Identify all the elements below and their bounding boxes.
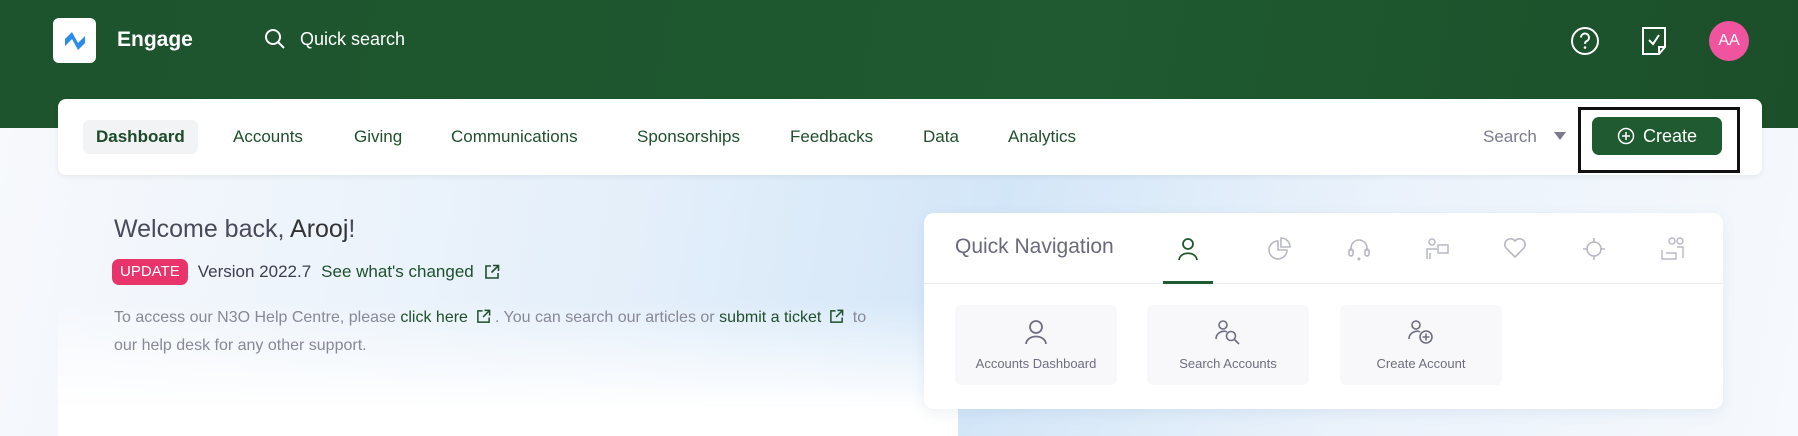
task-note-icon bbox=[1642, 27, 1666, 55]
pie-chart-icon bbox=[1268, 237, 1291, 260]
caret-down-icon[interactable] bbox=[1554, 132, 1566, 140]
tab-giving[interactable] bbox=[1490, 237, 1540, 265]
help-text: To access our N3O Help Centre, please cl… bbox=[114, 304, 874, 360]
nav-giving[interactable]: Giving bbox=[354, 120, 402, 154]
user-icon bbox=[1025, 320, 1047, 345]
nav-accounts[interactable]: Accounts bbox=[233, 120, 303, 154]
welcome-heading: Welcome back, Arooj! bbox=[114, 215, 355, 244]
nav-sponsorships[interactable]: Sponsorships bbox=[637, 120, 740, 154]
tab-feedbacks[interactable] bbox=[1413, 237, 1463, 265]
nav-feedbacks[interactable]: Feedbacks bbox=[790, 120, 873, 154]
see-changes-link[interactable]: See what's changed bbox=[321, 262, 474, 282]
active-tab-indicator bbox=[1163, 281, 1213, 284]
search-icon bbox=[265, 29, 285, 49]
tab-communications[interactable] bbox=[1334, 237, 1384, 265]
nav-dashboard[interactable]: Dashboard bbox=[83, 120, 198, 154]
headset-icon bbox=[1348, 239, 1370, 261]
exclaim: ! bbox=[348, 215, 356, 243]
search-dropdown[interactable]: Search bbox=[1483, 120, 1537, 154]
create-button[interactable]: Create bbox=[1592, 117, 1722, 155]
quick-navigation-title: Quick Navigation bbox=[955, 235, 1114, 258]
create-label: Create bbox=[1642, 125, 1698, 146]
help-icon bbox=[1571, 27, 1599, 55]
accounts-dashboard-card[interactable]: Accounts Dashboard bbox=[955, 305, 1117, 385]
logo-icon bbox=[64, 31, 85, 50]
heart-icon bbox=[1504, 238, 1526, 259]
user-avatar[interactable]: AA bbox=[1709, 21, 1749, 61]
people-desk-icon bbox=[1661, 237, 1684, 260]
nav-communications[interactable]: Communications bbox=[451, 120, 578, 154]
external-link-icon[interactable] bbox=[476, 309, 491, 324]
click-here-link[interactable]: click here bbox=[400, 309, 468, 326]
version-row: UPDATE Version 2022.7 See what's changed bbox=[112, 259, 500, 285]
user-icon bbox=[1178, 238, 1198, 261]
crosshair-icon bbox=[1583, 238, 1605, 260]
greeting: Welcome back, bbox=[114, 215, 291, 243]
nav-data[interactable]: Data bbox=[923, 120, 959, 154]
quick-search-label: Quick search bbox=[300, 28, 406, 49]
help-button[interactable] bbox=[1568, 24, 1602, 58]
tab-divider bbox=[924, 283, 1723, 284]
update-badge: UPDATE bbox=[112, 259, 188, 285]
tab-sponsorships[interactable] bbox=[1648, 237, 1698, 265]
tab-accounts[interactable] bbox=[1163, 237, 1213, 265]
card-label: Accounts Dashboard bbox=[975, 356, 1097, 371]
tasks-button[interactable] bbox=[1637, 24, 1671, 58]
user-name: Arooj bbox=[290, 215, 349, 243]
version-text: Version 2022.7 bbox=[197, 262, 312, 281]
main-nav: Dashboard Accounts Giving Communications… bbox=[58, 99, 1762, 175]
help-text-2: . You can search our articles or bbox=[494, 309, 720, 326]
external-link-icon[interactable] bbox=[829, 309, 844, 324]
submit-ticket-link[interactable]: submit a ticket bbox=[719, 309, 821, 326]
card-label: Search Accounts bbox=[1179, 356, 1277, 371]
engage-logo[interactable] bbox=[53, 18, 96, 63]
user-add-icon bbox=[1408, 320, 1433, 344]
search-accounts-card[interactable]: Search Accounts bbox=[1147, 305, 1309, 385]
person-chat-icon bbox=[1426, 238, 1449, 259]
quick-search[interactable]: Quick search bbox=[264, 28, 405, 50]
user-search-icon bbox=[1215, 320, 1240, 345]
tab-analytics[interactable] bbox=[1254, 237, 1304, 265]
plus-circle-icon bbox=[1617, 127, 1635, 145]
external-link-icon[interactable] bbox=[484, 264, 500, 280]
create-account-card[interactable]: Create Account bbox=[1340, 305, 1502, 385]
card-label: Create Account bbox=[1376, 356, 1466, 371]
help-text-1: To access our N3O Help Centre, please bbox=[114, 309, 401, 326]
quick-navigation-panel: Quick Navigation Accounts Dashboard Sear… bbox=[924, 213, 1723, 409]
tab-targets[interactable] bbox=[1569, 237, 1619, 265]
nav-analytics[interactable]: Analytics bbox=[1008, 120, 1076, 154]
app-name: Engage bbox=[117, 28, 193, 51]
